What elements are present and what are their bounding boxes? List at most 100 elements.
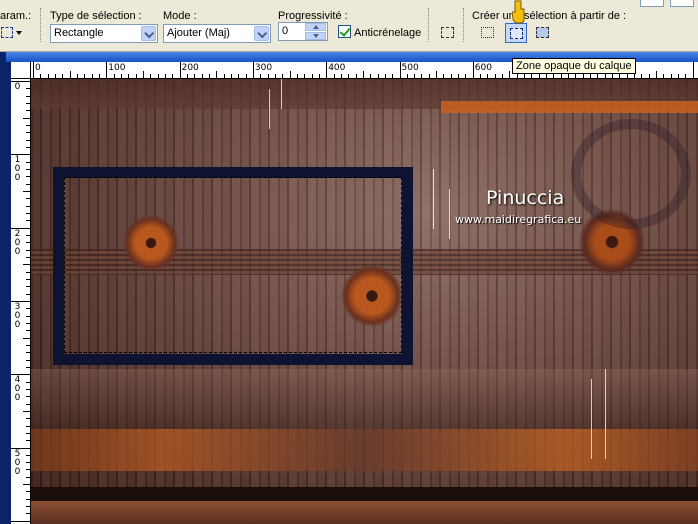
ruler-tick bbox=[172, 74, 174, 78]
ruler-tick bbox=[480, 74, 482, 78]
ruler-tick bbox=[216, 71, 218, 78]
ruler-tick bbox=[26, 469, 30, 471]
ruler-tick bbox=[98, 74, 100, 78]
window-control-buttons bbox=[640, 0, 698, 8]
ruler-tick bbox=[26, 176, 30, 178]
ruler-tick bbox=[26, 418, 30, 420]
param-label: aram.: bbox=[0, 10, 32, 22]
ruler-tick bbox=[663, 74, 665, 78]
rectangle-selection-icon bbox=[1, 27, 13, 38]
ruler-tick bbox=[348, 74, 350, 78]
ruler-tick bbox=[26, 286, 30, 288]
ruler-tick bbox=[384, 74, 386, 78]
ruler-tick bbox=[62, 74, 64, 78]
ruler-tick bbox=[26, 498, 30, 500]
chevron-down-icon[interactable] bbox=[254, 26, 269, 41]
ruler-tick bbox=[436, 71, 438, 78]
ruler-tick bbox=[23, 484, 30, 486]
ruler-tick bbox=[26, 308, 30, 310]
ruler-tick bbox=[26, 161, 30, 163]
ruler-tick bbox=[84, 74, 86, 78]
spin-down-icon[interactable] bbox=[305, 32, 326, 40]
selection-preset-dropdown[interactable] bbox=[0, 25, 24, 42]
antialias-checkbox[interactable] bbox=[338, 25, 351, 38]
ruler-tick bbox=[11, 520, 30, 522]
selection-type-label: Type de sélection : bbox=[50, 10, 142, 22]
ruler-tick bbox=[340, 74, 342, 78]
ruler-tick bbox=[370, 74, 372, 78]
ruler-tick bbox=[553, 74, 555, 78]
ruler-tick bbox=[76, 74, 78, 78]
selection-type-select[interactable]: Rectangle bbox=[50, 24, 158, 43]
glint-line bbox=[591, 379, 592, 459]
image-canvas[interactable]: Pinuccia www.maidiregrafica.eu bbox=[31, 79, 698, 524]
ruler-tick bbox=[531, 74, 533, 78]
ruler-tick bbox=[304, 74, 306, 78]
ruler-tick bbox=[26, 344, 30, 346]
mode-value: Ajouter (Maj) bbox=[167, 27, 230, 39]
selection-from-layer-button[interactable] bbox=[532, 23, 554, 43]
opaque-area-button[interactable] bbox=[505, 23, 527, 43]
ruler-tick bbox=[362, 71, 364, 78]
ruler-tick bbox=[465, 74, 467, 78]
progressivity-label: Progressivité : bbox=[278, 10, 348, 22]
ruler-tick bbox=[538, 74, 540, 78]
ruler-label: 300 bbox=[14, 301, 21, 330]
ruler-tick bbox=[458, 74, 460, 78]
ruler-tick bbox=[648, 74, 650, 78]
progressivity-spinner[interactable]: 0 bbox=[278, 22, 328, 41]
ruler-tick bbox=[186, 74, 188, 78]
ruler-label: 100 bbox=[14, 155, 21, 184]
selection-marquee[interactable] bbox=[64, 177, 402, 353]
ruler-tick bbox=[428, 74, 430, 78]
spin-up-icon[interactable] bbox=[305, 23, 326, 31]
ruler-label: 0 bbox=[35, 63, 41, 73]
window-control-button[interactable] bbox=[640, 0, 664, 7]
ruler-tick bbox=[267, 74, 269, 78]
toolbar-grip[interactable] bbox=[40, 8, 43, 42]
chevron-down-icon[interactable] bbox=[141, 26, 156, 41]
glint-line bbox=[433, 169, 434, 229]
ruler-tick bbox=[590, 74, 592, 78]
selection-from-border-button[interactable] bbox=[477, 23, 499, 43]
glint-line bbox=[605, 369, 606, 459]
glint-line bbox=[449, 189, 450, 239]
ruler-tick bbox=[318, 74, 320, 78]
ruler-tick bbox=[26, 432, 30, 434]
ruler-tick bbox=[641, 74, 643, 78]
ruler-tick bbox=[678, 74, 680, 78]
ruler-tick bbox=[568, 74, 570, 78]
ruler-tick bbox=[26, 183, 30, 185]
ruler-tick bbox=[26, 220, 30, 222]
ruler-tick bbox=[26, 271, 30, 273]
ruler-tick bbox=[26, 513, 30, 515]
ruler-tick bbox=[128, 74, 130, 78]
ruler-tick bbox=[26, 198, 30, 200]
ruler-label: 300 bbox=[254, 63, 273, 73]
ruler-label: 0 bbox=[14, 82, 21, 92]
ruler-tick bbox=[26, 403, 30, 405]
ruler-tick bbox=[634, 74, 636, 78]
ruler-tick bbox=[26, 359, 30, 361]
mode-select[interactable]: Ajouter (Maj) bbox=[163, 24, 271, 43]
orange-accent-band bbox=[441, 101, 698, 113]
shadow-circle bbox=[571, 119, 691, 229]
toolbar-grip[interactable] bbox=[463, 8, 466, 42]
ruler-tick bbox=[106, 62, 108, 78]
ruler-label: 600 bbox=[474, 63, 492, 73]
ruler-tick bbox=[626, 74, 628, 78]
ruler-tick bbox=[11, 447, 30, 449]
custom-selection-button[interactable] bbox=[437, 23, 459, 43]
ruler-tick bbox=[26, 88, 30, 90]
toolbar-grip[interactable] bbox=[428, 8, 431, 42]
ruler-tick bbox=[516, 74, 518, 78]
ruler-tick bbox=[604, 74, 606, 78]
ruler-tick bbox=[399, 62, 401, 78]
ruler-tick bbox=[26, 205, 30, 207]
ruler-tick bbox=[26, 388, 30, 390]
ruler-tick bbox=[26, 396, 30, 398]
window-control-button[interactable] bbox=[670, 0, 694, 7]
watermark-url: www.maidiregrafica.eu bbox=[455, 213, 582, 226]
ruler-corner bbox=[11, 62, 31, 79]
ruler-tick bbox=[23, 337, 30, 339]
